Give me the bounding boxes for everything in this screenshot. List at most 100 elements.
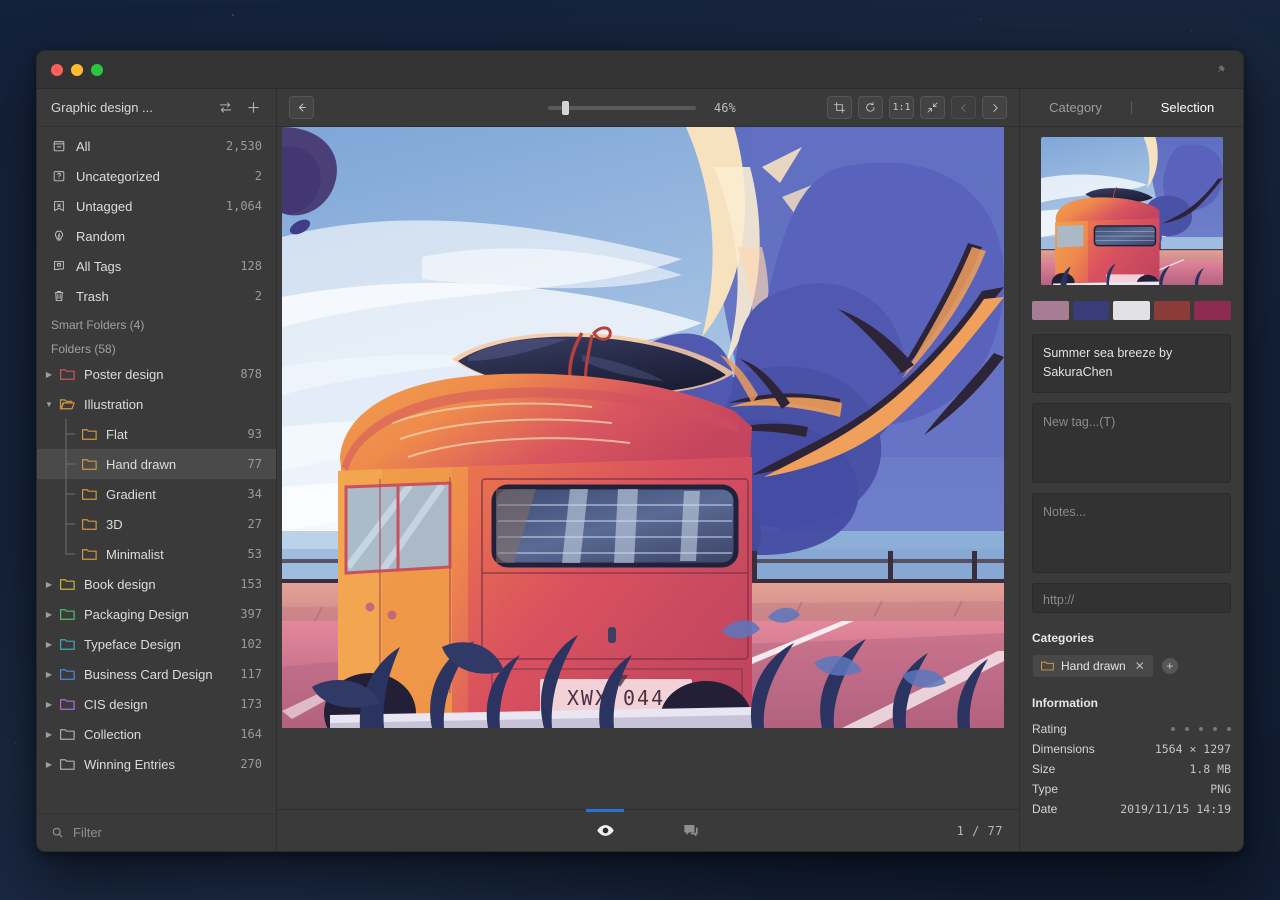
folder-label: Business Card Design [84,666,213,682]
chevron-right-icon[interactable]: ▶ [41,730,57,739]
folder-icon [81,547,98,561]
chevron-right-icon[interactable]: ▶ [41,640,57,649]
folder-item-book-design[interactable]: ▶ Book design 153 [37,569,276,599]
rating-dot-5[interactable] [1227,726,1231,731]
sort-icon[interactable] [214,97,236,119]
folder-item-minimalist[interactable]: Minimalist 53 [37,539,276,569]
image-thumbnail[interactable] [1040,137,1223,285]
chevron-right-icon[interactable]: ▶ [41,700,57,709]
back-button[interactable] [289,96,314,119]
viewer-image[interactable]: XWX 044 [282,127,1004,728]
palette-swatch-2[interactable] [1072,301,1110,320]
sidebar-scroll[interactable]: All 2,530 Uncategorized 2 Untagged 1,064… [37,127,276,813]
folder-label: Illustration [84,396,144,412]
sidebar-item-trash[interactable]: Trash 2 [37,281,276,311]
folder-icon [81,457,98,471]
sidebar-item-all[interactable]: All 2,530 [37,131,276,161]
folder-count: 34 [247,487,262,501]
rating-dot-4[interactable] [1213,726,1217,731]
rating-dot-3[interactable] [1199,726,1203,731]
next-button[interactable] [982,96,1007,119]
url-input[interactable]: http:// [1032,582,1231,613]
info-value: 1564 × 1297 [1154,741,1231,756]
fit-screen-button[interactable] [920,96,945,119]
folder-label: Gradient [106,486,156,502]
sidebar-item-random[interactable]: Random [37,221,276,251]
folder-count: 102 [240,637,262,651]
folder-icon [81,427,98,441]
folder-count: 27 [247,517,262,531]
rating-dot-1[interactable] [1171,726,1175,731]
crop-button[interactable] [827,96,852,119]
category-chip-hand-drawn[interactable]: Hand drawn ✕ [1032,653,1154,678]
chevron-right-icon[interactable]: ▶ [41,610,57,619]
inspector-panel: Category Selection Summer sea breeze by … [1019,89,1243,851]
tab-preview[interactable] [582,809,628,851]
sidebar-item-all-tags[interactable]: All Tags 128 [37,251,276,281]
folder-item-gradient[interactable]: Gradient 34 [37,479,276,509]
palette-swatch-3[interactable] [1113,301,1150,320]
folder-item-business-card-design[interactable]: ▶ Business Card Design 117 [37,659,276,689]
folder-item-typeface-design[interactable]: ▶ Typeface Design 102 [37,629,276,659]
close-button[interactable] [51,63,63,76]
folder-item-illustration[interactable]: ▼ Illustration [37,389,276,419]
folder-item-collection[interactable]: ▶ Collection 164 [37,719,276,749]
viewer-toolbar: 46% 1:1 [277,89,1019,127]
library-title[interactable]: Graphic design ... [51,100,208,115]
tab-category[interactable]: Category [1020,100,1131,115]
desktop-speckle [980,18,982,20]
chevron-right-icon[interactable]: ▶ [41,760,57,769]
tab-comments[interactable] [668,810,714,851]
minimize-button[interactable] [71,63,83,76]
folder-item-cis-design[interactable]: ▶ CIS design 173 [37,689,276,719]
folder-item-hand-drawn[interactable]: Hand drawn 77 [37,449,276,479]
chevron-right-icon[interactable]: ▶ [41,670,57,679]
palette-swatch-5[interactable] [1194,301,1231,320]
zoom-slider-knob[interactable] [562,100,570,115]
folder-item-3d[interactable]: 3D 27 [37,509,276,539]
tab-selection[interactable]: Selection [1132,100,1243,115]
add-category-button[interactable]: + [1161,657,1178,674]
folder-item-packaging-design[interactable]: ▶ Packaging Design 397 [37,599,276,629]
rating-dot-2[interactable] [1185,726,1189,731]
folder-icon [59,367,76,381]
palette-swatch-4[interactable] [1153,301,1191,320]
rating-stars[interactable] [1171,726,1231,731]
info-row-dimensions: Dimensions 1564 × 1297 [1032,739,1231,759]
folder-icon [59,697,76,711]
folder-item-winning-entries[interactable]: ▶ Winning Entries 270 [37,749,276,779]
palette-swatch-1[interactable] [1032,301,1069,320]
sidebar-item-uncategorized[interactable]: Uncategorized 2 [37,161,276,191]
random-bulb-icon [51,228,67,244]
folders-label[interactable]: Folders (58) [37,335,276,359]
folder-icon [1041,661,1054,671]
chevron-right-icon[interactable]: ▶ [41,580,57,589]
zoom-slider[interactable] [548,100,696,115]
remove-category-icon[interactable]: ✕ [1135,659,1145,673]
rotate-button[interactable] [858,96,883,119]
smart-folders-label[interactable]: Smart Folders (4) [37,311,276,335]
prev-button[interactable] [951,96,976,119]
info-row-rating[interactable]: Rating [1032,719,1231,739]
pin-icon[interactable] [1209,59,1231,81]
image-title-field[interactable]: Summer sea breeze by SakuraChen [1032,334,1231,393]
notes-input[interactable]: Notes... [1032,492,1231,573]
comment-icon [684,824,698,837]
sidebar-item-untagged[interactable]: Untagged 1,064 [37,191,276,221]
viewer-toolbar-actions: 1:1 [827,96,1007,119]
folder-item-poster-design[interactable]: ▶ Poster design 878 [37,359,276,389]
window-body: Graphic design ... All 2,530 Uncategoriz… [37,89,1243,851]
filter-input[interactable]: Filter [73,825,102,840]
folder-icon [59,667,76,681]
filter-bar[interactable]: Filter [37,813,276,851]
tags-input[interactable]: New tag...(T) [1032,402,1231,483]
inspector-scroll[interactable]: Summer sea breeze by SakuraChen New tag.… [1020,127,1243,851]
add-icon[interactable] [242,97,264,119]
chevron-right-icon[interactable]: ▶ [41,370,57,379]
actual-size-button[interactable]: 1:1 [889,96,914,119]
chevron-down-icon[interactable]: ▼ [41,400,57,409]
folder-item-flat[interactable]: Flat 93 [37,419,276,449]
sidebar-item-label: Uncategorized [76,168,160,184]
image-viewer[interactable]: XWX 044 [277,127,1019,809]
zoom-button[interactable] [91,63,103,76]
